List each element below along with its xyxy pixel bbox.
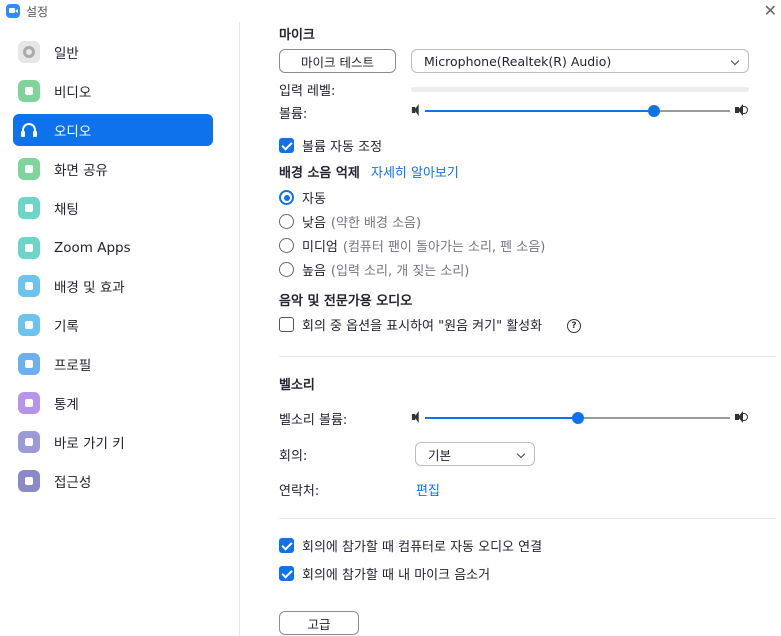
sidebar-item-gear[interactable]: 일반 <box>13 36 213 68</box>
headphones-icon <box>18 119 40 141</box>
window-title: 설정 <box>26 5 49 19</box>
sidebar-item-label: 배경 및 효과 <box>54 280 125 296</box>
apps-icon <box>18 237 40 259</box>
noise-option-description: (컴퓨터 팬이 돌아가는 소리, 펜 소음) <box>342 240 546 255</box>
section-divider <box>279 356 776 357</box>
mute-mic-on-join-checkbox[interactable] <box>279 566 294 581</box>
sidebar-item-label: 채팅 <box>54 202 79 218</box>
video-camera-icon <box>18 80 40 102</box>
meeting-ringtone-value: 기본 <box>428 447 452 463</box>
sidebar-item-statistics[interactable]: 통계 <box>13 387 213 419</box>
auto-connect-audio-label: 회의에 참가할 때 컴퓨터로 자동 오디오 연결 <box>302 540 543 555</box>
share-screen-icon <box>18 158 40 180</box>
chevron-down-icon <box>730 56 740 66</box>
sidebar-item-background-person[interactable]: 배경 및 효과 <box>13 270 213 302</box>
mic-section-title: 마이크 <box>279 28 315 43</box>
accessibility-icon <box>18 470 40 492</box>
sidebar-item-label: 기록 <box>54 319 79 335</box>
ringtone-section-title: 벨소리 <box>279 378 315 393</box>
close-icon[interactable]: ✕ <box>764 1 777 20</box>
speaker-high-icon <box>735 104 748 116</box>
noise-option-radio[interactable] <box>279 238 294 253</box>
contacts-ringtone-label: 연락처: <box>279 484 320 499</box>
auto-connect-audio-checkbox[interactable] <box>279 538 294 553</box>
chevron-down-icon <box>516 449 526 459</box>
sidebar-item-label: 오디오 <box>54 124 92 140</box>
mute-mic-on-join-label: 회의에 참가할 때 내 마이크 음소거 <box>302 568 491 583</box>
noise-option-name: 높음 <box>302 264 326 279</box>
ringtone-volume-thumb[interactable] <box>571 412 584 424</box>
record-icon <box>18 314 40 336</box>
sidebar-item-label: 일반 <box>54 46 79 62</box>
mic-test-button[interactable]: 마이크 테스트 <box>279 49 396 73</box>
help-icon[interactable]: ? <box>567 319 581 333</box>
sidebar-item-profile[interactable]: 프로필 <box>13 348 213 380</box>
sidebar-item-video-camera[interactable]: 비디오 <box>13 75 213 107</box>
sidebar-item-apps[interactable]: Zoom Apps <box>13 232 213 264</box>
gear-icon <box>18 41 40 63</box>
sidebar: 일반비디오오디오화면 공유채팅 Zoom Apps 배경 및 효과기록프로필통계바로… <box>0 22 240 636</box>
sidebar-item-chat-bubble[interactable]: 채팅 <box>13 192 213 224</box>
noise-option-name: 미디엄 <box>302 240 338 255</box>
noise-option-radio[interactable] <box>279 214 294 229</box>
auto-adjust-volume-checkbox[interactable] <box>279 138 294 153</box>
noise-suppression-title: 배경 소음 억제 <box>279 166 360 181</box>
background-person-icon <box>18 275 40 297</box>
sidebar-item-label: 바로 가기 키 <box>54 436 125 452</box>
noise-option-label: 높음 (입력 소리, 개 짖는 소리) <box>302 260 469 279</box>
contacts-edit-link[interactable]: 편집 <box>416 480 440 499</box>
sidebar-item-label: 접근성 <box>54 475 92 491</box>
sidebar-item-label: 프로필 <box>54 358 92 374</box>
sidebar-item-accessibility[interactable]: 접근성 <box>13 465 213 497</box>
advanced-button[interactable]: 고급 <box>279 611 359 635</box>
noise-option-label: 자동 <box>302 188 326 207</box>
speaker-high-icon <box>735 411 748 423</box>
mic-device-select[interactable]: Microphone(Realtek(R) Audio) <box>411 49 749 73</box>
noise-option-label: 미디엄 (컴퓨터 팬이 돌아가는 소리, 펜 소음) <box>302 236 545 255</box>
auto-adjust-volume-label: 볼륨 자동 조정 <box>302 140 383 155</box>
zoom-app-icon <box>6 4 20 18</box>
section-divider <box>279 518 776 519</box>
speaker-low-icon <box>411 411 422 423</box>
mic-volume-label: 볼륨: <box>279 107 308 122</box>
mic-device-value: Microphone(Realtek(R) Audio) <box>424 53 612 69</box>
sidebar-item-share-screen[interactable]: 화면 공유 <box>13 153 213 185</box>
chat-bubble-icon <box>18 197 40 219</box>
noise-option-radio[interactable] <box>279 262 294 277</box>
learn-more-link[interactable]: 자세히 알아보기 <box>371 162 459 181</box>
meeting-ringtone-label: 회의: <box>279 449 308 464</box>
ringtone-volume-slider[interactable] <box>425 411 730 425</box>
noise-option-description: (입력 소리, 개 짖는 소리) <box>330 264 470 279</box>
sidebar-item-label: 통계 <box>54 397 79 413</box>
original-sound-checkbox[interactable] <box>279 317 294 332</box>
noise-option-radio[interactable] <box>279 190 294 205</box>
noise-option-name: 낮음 <box>302 216 326 231</box>
statistics-icon <box>18 392 40 414</box>
sidebar-item-headphones[interactable]: 오디오 <box>13 114 213 146</box>
noise-option-description: (약한 배경 소음) <box>330 216 422 231</box>
input-level-meter <box>411 87 749 92</box>
sidebar-item-label: 화면 공유 <box>54 163 108 179</box>
mic-volume-slider[interactable] <box>425 104 730 118</box>
sidebar-item-record[interactable]: 기록 <box>13 309 213 341</box>
speaker-low-icon <box>411 104 422 116</box>
keyboard-icon <box>18 431 40 453</box>
input-level-label: 입력 레벨: <box>279 84 336 99</box>
sidebar-item-label: 비디오 <box>54 85 92 101</box>
original-sound-label: 회의 중 옵션을 표시하여 "원음 켜기" 활성화 <box>302 319 543 334</box>
meeting-ringtone-select[interactable]: 기본 <box>415 442 535 466</box>
ringtone-volume-label: 벨소리 볼륨: <box>279 413 348 428</box>
profile-icon <box>18 353 40 375</box>
noise-option-label: 낮음 (약한 배경 소음) <box>302 212 421 231</box>
mic-volume-thumb[interactable] <box>647 105 660 117</box>
noise-option-name: 자동 <box>302 192 326 207</box>
title-bar: 설정 ✕ <box>0 0 781 22</box>
sidebar-item-keyboard[interactable]: 바로 가기 키 <box>13 426 213 458</box>
sidebar-item-label: Zoom Apps <box>54 240 131 256</box>
audio-settings-panel: 마이크 마이크 테스트 Microphone(Realtek(R) Audio)… <box>241 22 781 636</box>
music-audio-title: 음악 및 전문가용 오디오 <box>279 294 413 309</box>
